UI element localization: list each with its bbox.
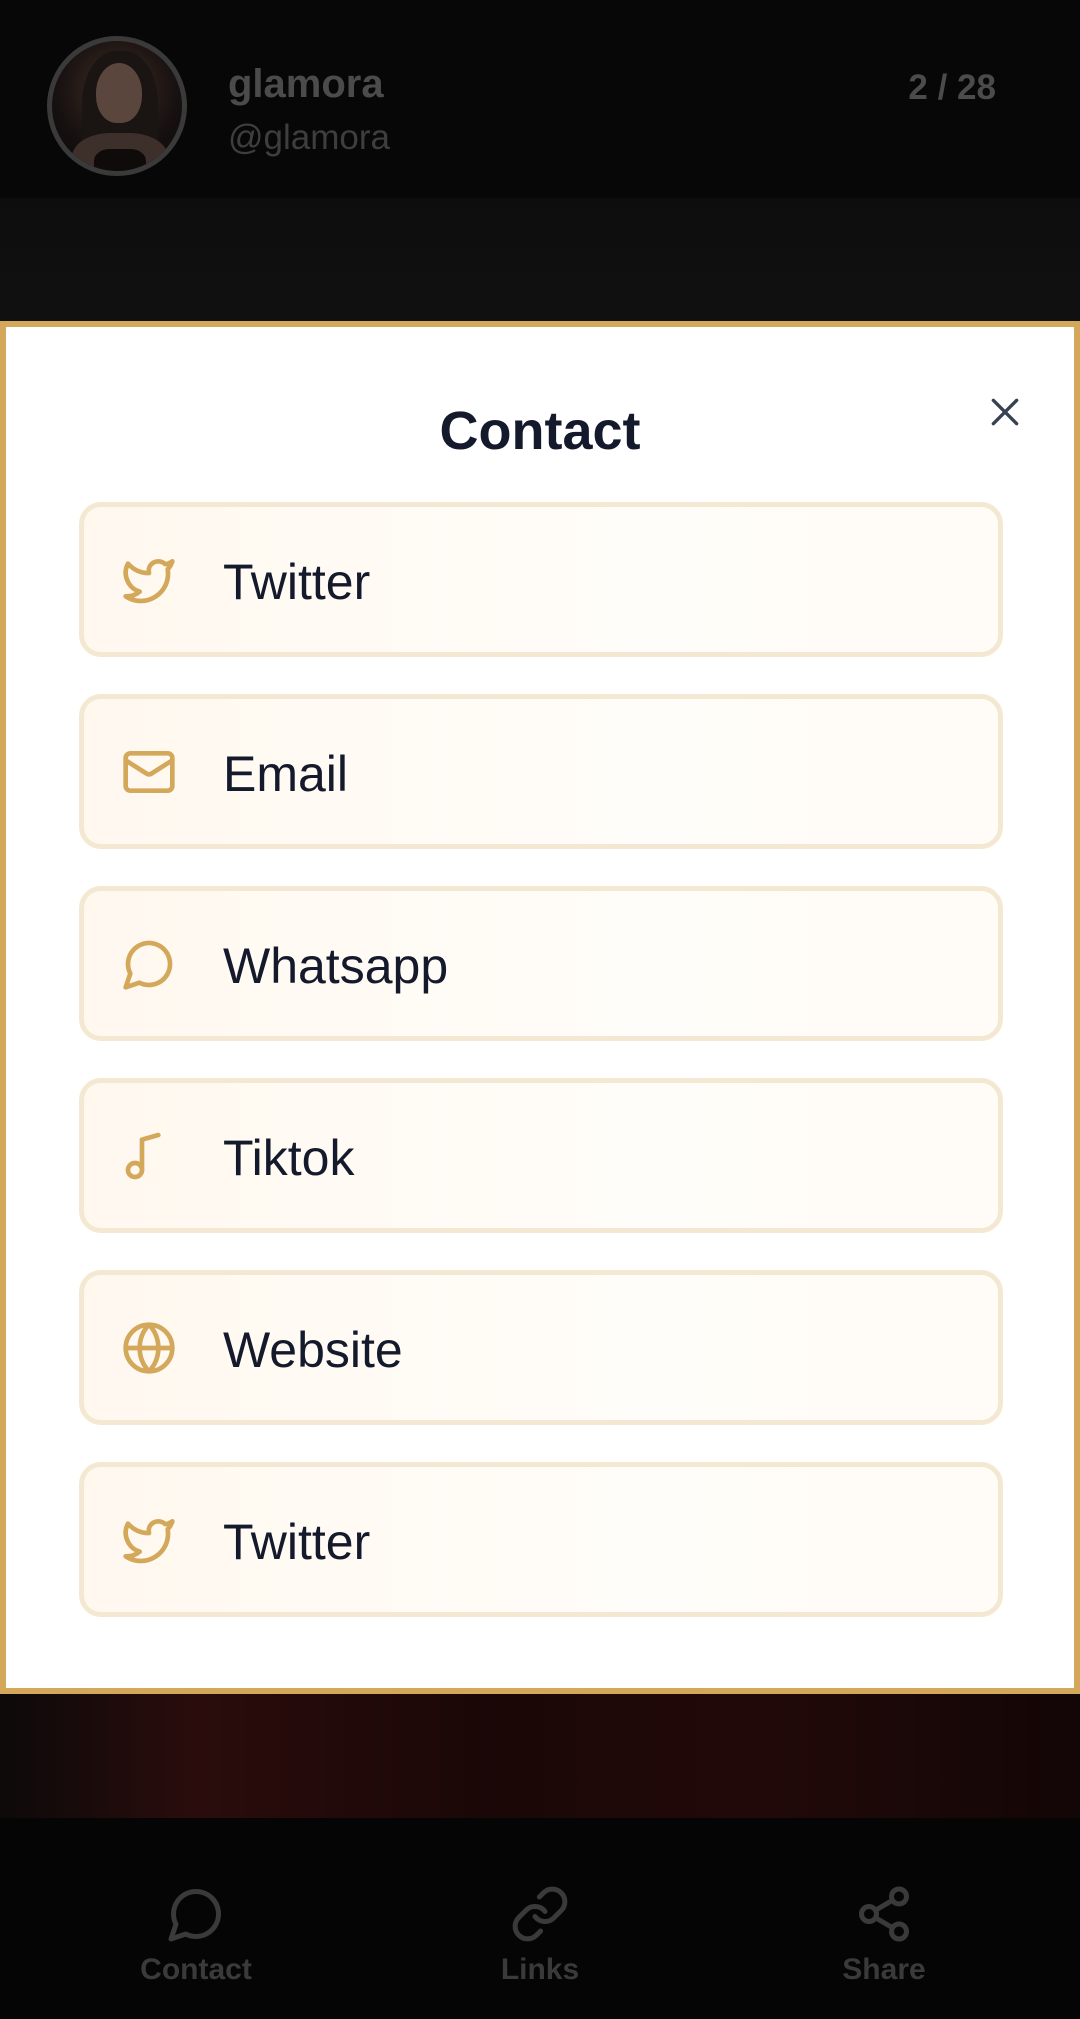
nav-share-label: Share — [842, 1953, 926, 1986]
contact-item-label: Twitter — [223, 1514, 371, 1570]
contact-item-whatsapp[interactable]: Whatsapp — [79, 886, 1003, 1041]
contact-item-label: Whatsapp — [223, 938, 449, 994]
close-button[interactable] — [980, 387, 1030, 437]
share-icon — [859, 1886, 909, 1942]
globe-icon — [123, 1322, 175, 1374]
nav-links-label: Links — [500, 1953, 580, 1986]
nav-contact-label: Contact — [140, 1953, 252, 1986]
profile-name: glamora — [228, 62, 384, 106]
contact-list: Twitter Email Whatsapp Tiktok Website Tw… — [79, 502, 1003, 1654]
contact-item-email[interactable]: Email — [79, 694, 1003, 849]
chat-bubble-icon — [168, 1888, 222, 1942]
mail-icon — [123, 751, 175, 793]
chat-bubble-icon — [123, 940, 173, 990]
nav-contact[interactable]: Contact — [96, 1884, 296, 1988]
contact-item-tiktok[interactable]: Tiktok — [79, 1078, 1003, 1233]
music-note-icon — [125, 1132, 161, 1180]
contact-item-label: Website — [223, 1322, 403, 1378]
link-icon — [512, 1886, 568, 1942]
contact-item-label: Twitter — [223, 554, 371, 610]
twitter-icon — [123, 1519, 175, 1564]
close-icon — [991, 398, 1019, 426]
profile-handle: @glamora — [228, 118, 390, 157]
screen: glamora @glamora 2 / 28 Contact Links Sh… — [0, 0, 1080, 2019]
modal-title: Contact — [439, 401, 641, 461]
contact-modal: Contact Twitter Email Whatsapp Tiktok We… — [0, 321, 1080, 1694]
photo-strip — [0, 1694, 1080, 1818]
photo-counter: 2 / 28 — [908, 68, 996, 107]
contact-item-twitter-2[interactable]: Twitter — [79, 1462, 1003, 1617]
nav-share[interactable]: Share — [784, 1884, 984, 1988]
avatar[interactable] — [47, 36, 187, 176]
contact-item-website[interactable]: Website — [79, 1270, 1003, 1425]
contact-item-twitter[interactable]: Twitter — [79, 502, 1003, 657]
twitter-icon — [123, 559, 175, 604]
contact-item-label: Email — [223, 746, 349, 802]
nav-links[interactable]: Links — [440, 1884, 640, 1988]
contact-item-label: Tiktok — [223, 1130, 355, 1186]
profile-header: glamora @glamora 2 / 28 — [0, 0, 1080, 198]
